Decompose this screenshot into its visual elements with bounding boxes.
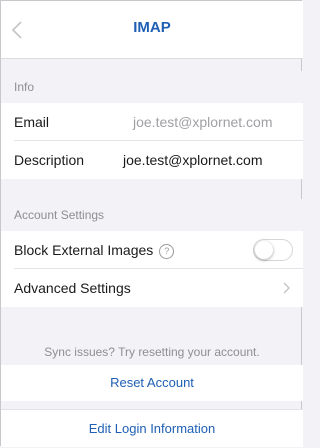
advanced-settings-row[interactable]: Advanced Settings (1, 269, 303, 307)
navigation-bar: IMAP (1, 1, 303, 59)
page-title: IMAP (133, 19, 171, 36)
block-external-images-label: Block External Images (14, 242, 154, 258)
description-value[interactable]: joe.test@xplornet.com (123, 141, 263, 179)
section-header-info: Info (1, 71, 303, 103)
reset-account-button[interactable]: Reset Account (1, 365, 303, 401)
chevron-right-icon (283, 282, 290, 294)
sync-hint-text: Sync issues? Try resetting your account. (44, 345, 260, 359)
toggle-knob (255, 241, 273, 259)
help-icon[interactable]: ? (159, 244, 175, 259)
block-external-images-toggle[interactable] (253, 239, 293, 261)
description-row[interactable]: Description joe.test@xplornet.com (1, 141, 303, 179)
section-header-account-settings: Account Settings (1, 199, 303, 231)
description-label: Description (14, 152, 85, 168)
block-external-images-row: Block External Images? (1, 231, 303, 269)
email-label: Email (14, 114, 50, 130)
account-settings-screen: IMAP Info Email joe.test@xplornet.com De… (0, 0, 303, 447)
advanced-settings-label: Advanced Settings (14, 280, 131, 296)
email-value: joe.test@xplornet.com (133, 114, 273, 130)
email-row: Email joe.test@xplornet.com (1, 103, 303, 141)
block-external-images-label-wrap: Block External Images? (14, 231, 175, 269)
edit-login-information-button[interactable]: Edit Login Information (1, 409, 303, 447)
